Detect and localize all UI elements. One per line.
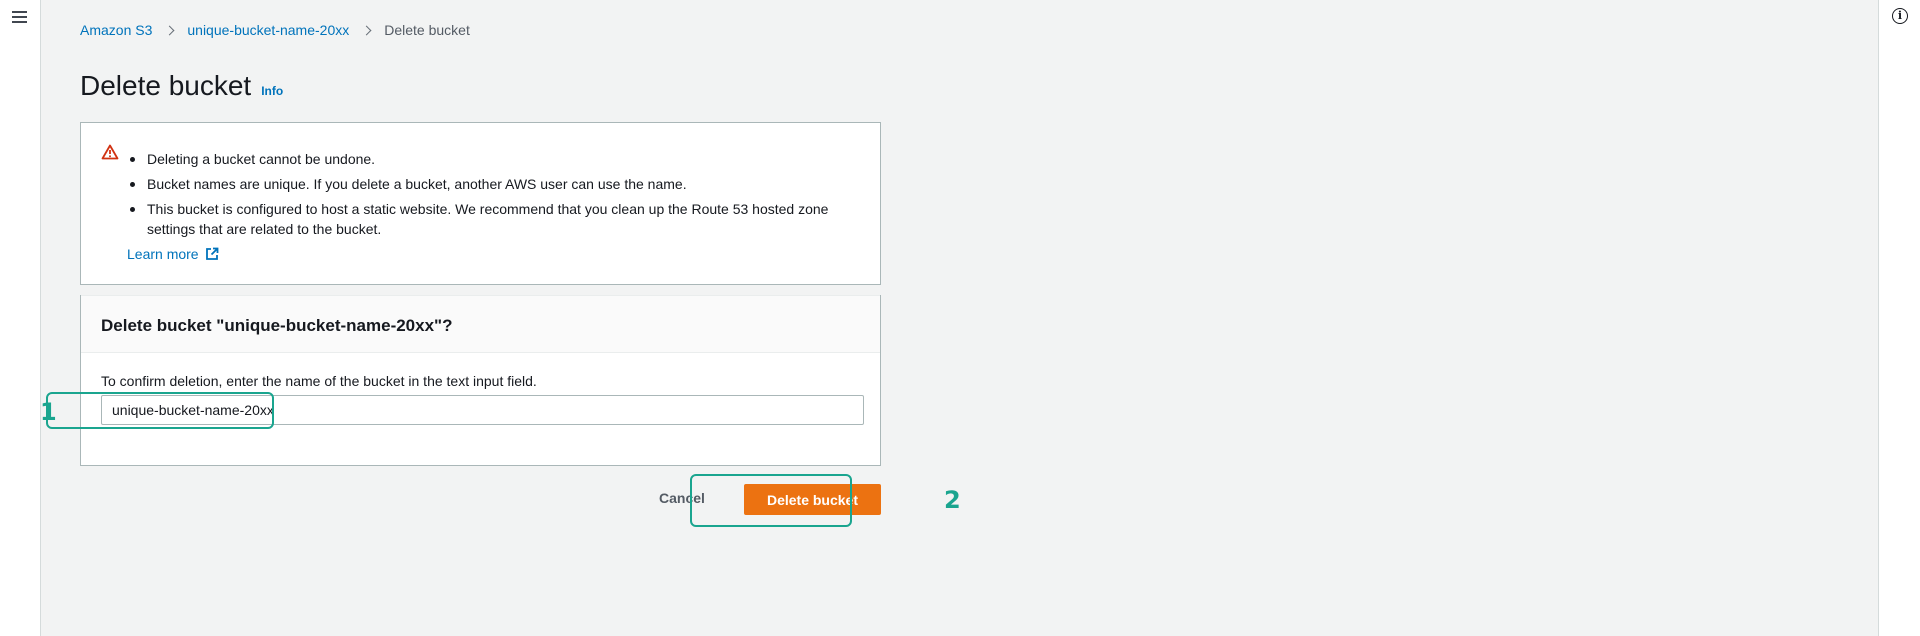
- step-2-marker: 2: [944, 486, 961, 514]
- learn-more-label: Learn more: [127, 246, 199, 262]
- learn-more-link[interactable]: Learn more: [127, 246, 219, 262]
- right-tools-rail: i: [1878, 0, 1920, 636]
- cancel-button[interactable]: Cancel: [659, 490, 705, 506]
- breadcrumb: Amazon S3 unique-bucket-name-20xx Delete…: [80, 22, 470, 38]
- page-title: Delete bucket: [80, 70, 252, 101]
- step-1-marker: 1: [40, 398, 57, 426]
- left-navigation-rail: [0, 0, 41, 636]
- breadcrumb-bucket-name[interactable]: unique-bucket-name-20xx: [187, 22, 349, 38]
- page-title-container: Delete bucket Info: [80, 70, 283, 102]
- bucket-name-confirm-input[interactable]: [101, 395, 864, 425]
- breadcrumb-current: Delete bucket: [384, 22, 470, 38]
- warning-item: Bucket names are unique. If you delete a…: [127, 174, 867, 194]
- warning-item: This bucket is configured to host a stat…: [127, 199, 867, 239]
- confirm-header: Delete bucket "unique-bucket-name-20xx"?: [81, 295, 880, 353]
- info-circle-icon[interactable]: i: [1892, 8, 1908, 24]
- breadcrumb-amazon-s3[interactable]: Amazon S3: [80, 22, 152, 38]
- warning-alert: Deleting a bucket cannot be undone. Buck…: [80, 122, 881, 285]
- info-link[interactable]: Info: [261, 84, 283, 98]
- confirm-instruction: To confirm deletion, enter the name of t…: [101, 373, 537, 389]
- warning-item: Deleting a bucket cannot be undone.: [127, 149, 867, 169]
- confirm-panel: Delete bucket "unique-bucket-name-20xx"?…: [80, 295, 881, 466]
- external-link-icon: [205, 247, 218, 260]
- chevron-right-icon: [361, 25, 372, 35]
- hamburger-menu-icon[interactable]: [10, 8, 30, 26]
- warning-list: Deleting a bucket cannot be undone. Buck…: [127, 149, 867, 244]
- delete-bucket-button[interactable]: Delete bucket: [744, 484, 881, 515]
- chevron-right-icon: [164, 25, 175, 35]
- warning-triangle-icon: [101, 144, 119, 160]
- main-content: Amazon S3 unique-bucket-name-20xx Delete…: [41, 0, 1878, 636]
